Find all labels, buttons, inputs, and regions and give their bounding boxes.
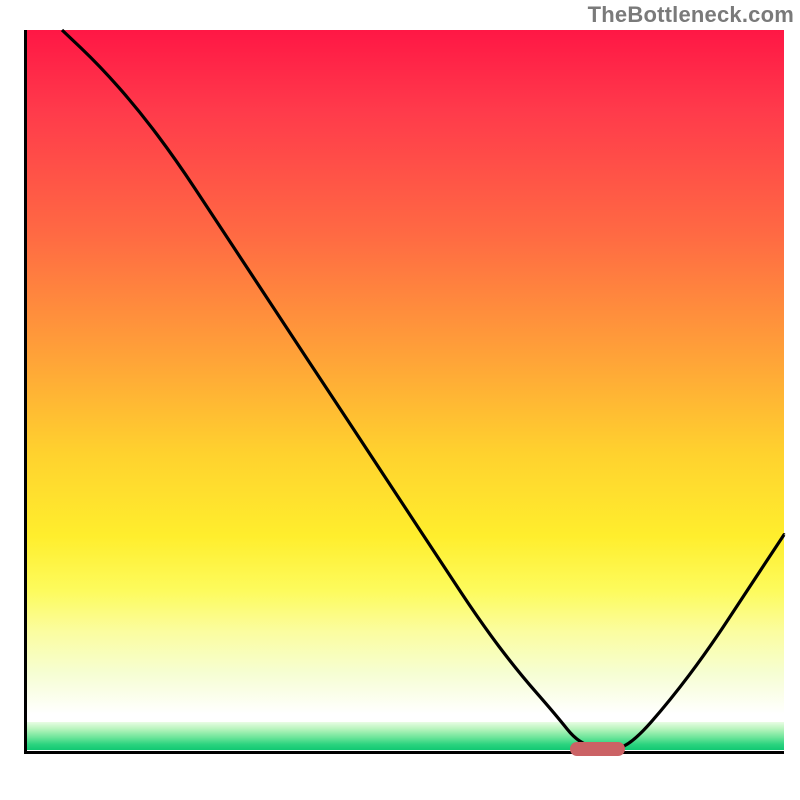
- bottleneck-curve: [24, 30, 784, 776]
- optimal-marker: [570, 742, 625, 756]
- watermark-text: TheBottleneck.com: [588, 2, 794, 28]
- bottleneck-curve-path: [62, 30, 784, 749]
- plot-area: [24, 30, 784, 776]
- chart-stage: TheBottleneck.com: [0, 0, 800, 800]
